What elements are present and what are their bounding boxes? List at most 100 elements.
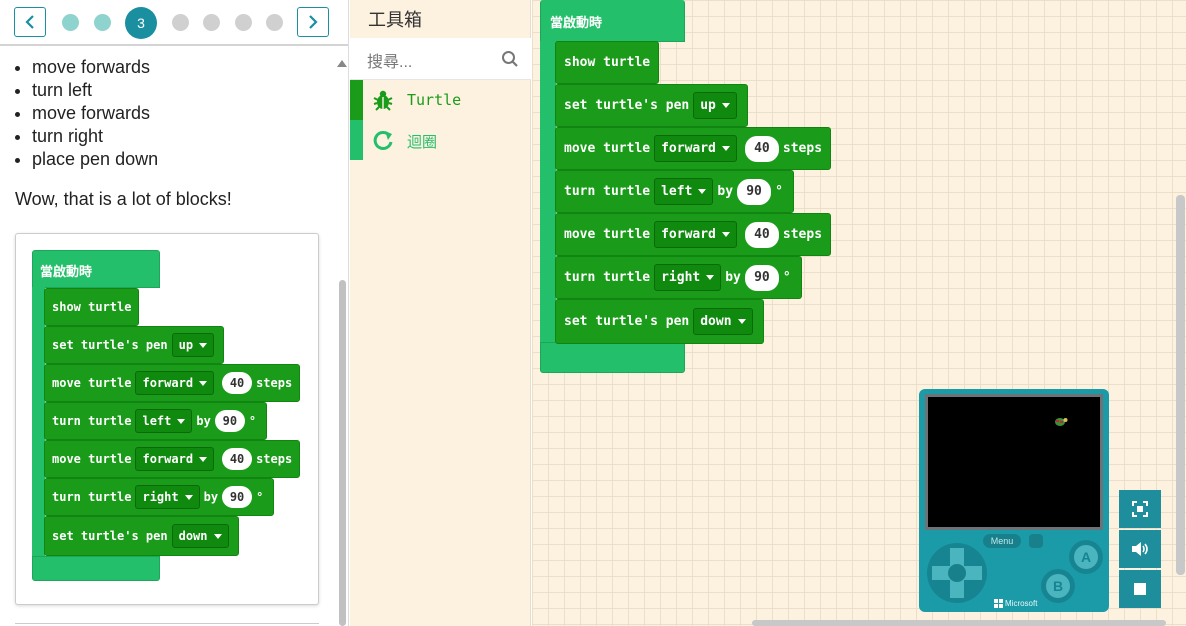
stop-icon <box>1134 583 1146 595</box>
angle-input[interactable]: 90 <box>737 178 772 205</box>
pen-dropdown[interactable]: down <box>693 308 753 335</box>
toolbox: 工具箱 搜尋... Turtle 迴圈 <box>350 0 531 626</box>
search-icon[interactable] <box>501 50 519 68</box>
on-start-hat-block[interactable]: 當啟動時 <box>540 0 685 42</box>
tutorial-paragraph: Wow, that is a lot of blocks! <box>15 189 232 209</box>
set-pen-down-block[interactable]: set turtle's pen down <box>555 299 764 344</box>
turn-direction-dropdown[interactable]: left <box>654 178 714 205</box>
set-pen-up-block[interactable]: set turtle's pen up <box>555 84 748 127</box>
turtle-sprite-icon <box>1055 418 1068 426</box>
loop-icon <box>373 130 393 150</box>
block-text: show turtle <box>52 300 132 314</box>
on-start-cap <box>32 556 160 581</box>
step-dot-4[interactable] <box>172 14 189 31</box>
block-text: ° <box>248 414 257 428</box>
list-item: move forwards <box>32 102 158 125</box>
steps-input[interactable]: 40 <box>744 135 779 162</box>
angle-input[interactable]: 90 <box>222 486 253 508</box>
set-pen-down-block: set turtle's pen down <box>44 516 239 556</box>
block-text: turn turtle <box>52 490 132 504</box>
steps-input[interactable]: 40 <box>744 221 779 248</box>
toolbox-title: 工具箱 <box>368 10 422 30</box>
direction-dropdown[interactable]: forward <box>135 447 215 471</box>
dropdown-value: down <box>178 529 208 543</box>
pen-dropdown[interactable]: down <box>171 524 229 548</box>
mute-button[interactable] <box>1119 530 1161 568</box>
b-button-label: B <box>1046 574 1070 598</box>
category-color-bar <box>350 120 363 160</box>
block-text: set turtle's pen <box>52 338 168 352</box>
turn-direction-dropdown[interactable]: left <box>135 409 193 433</box>
steps-input[interactable]: 40 <box>222 448 253 470</box>
block-text: move turtle <box>52 452 132 466</box>
pen-dropdown[interactable]: up <box>693 92 737 119</box>
arcade-simulator[interactable]: Menu A B Microsoft <box>919 389 1109 612</box>
simulator-toolbar <box>1119 490 1161 610</box>
list-item: turn right <box>32 125 158 148</box>
scrollbar-thumb[interactable] <box>339 280 346 626</box>
next-step-button[interactable] <box>297 7 329 37</box>
dropdown-value: forward <box>661 227 716 242</box>
category-label: 迴圈 <box>407 134 438 151</box>
step-dot-current[interactable]: 3 <box>125 7 157 39</box>
block-text: turn turtle <box>564 184 651 199</box>
block-text: move turtle <box>564 227 651 242</box>
block-text: ° <box>775 184 783 199</box>
category-color-bar <box>350 80 363 120</box>
direction-dropdown[interactable]: forward <box>654 221 737 248</box>
toolbox-category-loops[interactable]: 迴圈 <box>350 120 531 160</box>
toolbox-category-turtle[interactable]: Turtle <box>350 80 531 120</box>
turn-left-block[interactable]: turn turtle left by 90 ° <box>555 170 794 213</box>
step-dot-2[interactable] <box>94 14 111 31</box>
reset-icon[interactable] <box>1029 534 1043 548</box>
block-text: steps <box>782 227 823 242</box>
block-text: move turtle <box>564 141 651 156</box>
stop-button[interactable] <box>1119 570 1161 608</box>
move-forward-block[interactable]: move turtle forward 40 steps <box>555 213 832 256</box>
dpad-icon[interactable] <box>926 542 988 604</box>
block-text: by <box>203 490 219 504</box>
on-start-hat-block: 當啟動時 <box>32 250 160 288</box>
scroll-up-icon[interactable] <box>337 60 347 67</box>
step-dot-1[interactable] <box>62 14 79 31</box>
menu-button[interactable]: Menu <box>983 534 1021 548</box>
fullscreen-button[interactable] <box>1119 490 1161 528</box>
step-dot-6[interactable] <box>235 14 252 31</box>
toolbox-search-input[interactable]: 搜尋... <box>350 38 531 80</box>
angle-input[interactable]: 90 <box>744 264 779 291</box>
previous-step-button[interactable] <box>14 7 46 37</box>
workspace-vertical-scrollbar[interactable] <box>1176 195 1185 575</box>
pen-dropdown[interactable]: up <box>171 333 215 357</box>
step-dot-5[interactable] <box>203 14 220 31</box>
dropdown-value: forward <box>142 452 194 466</box>
dropdown-value: forward <box>142 376 194 390</box>
block-text: by <box>717 184 734 199</box>
b-button[interactable]: B <box>1041 569 1075 603</box>
direction-dropdown[interactable]: forward <box>654 135 737 162</box>
block-text: ° <box>782 270 791 285</box>
tutorial-panel: 3 move forwards turn left move forwards … <box>0 0 349 626</box>
category-label: Turtle <box>407 91 462 109</box>
move-forward-block[interactable]: move turtle forward 40 steps <box>555 127 832 170</box>
steps-input[interactable]: 40 <box>222 372 253 394</box>
turn-right-block[interactable]: turn turtle right by 90 ° <box>555 256 802 299</box>
turn-direction-dropdown[interactable]: right <box>135 485 200 509</box>
speaker-icon <box>1132 542 1148 556</box>
a-button[interactable]: A <box>1069 540 1103 574</box>
chevron-right-icon <box>309 15 318 29</box>
a-button-label: A <box>1074 545 1098 569</box>
block-text: ° <box>256 490 264 504</box>
tutorial-scrollbar[interactable] <box>335 48 348 626</box>
angle-input[interactable]: 90 <box>214 410 245 432</box>
search-placeholder: 搜尋... <box>367 54 413 71</box>
turn-direction-dropdown[interactable]: right <box>654 264 722 291</box>
step-dot-7[interactable] <box>266 14 283 31</box>
block-text: by <box>196 414 211 428</box>
simulator-screen[interactable] <box>925 394 1103 530</box>
dropdown-value: right <box>661 270 701 285</box>
workspace-horizontal-scrollbar[interactable] <box>752 620 1166 626</box>
show-turtle-block[interactable]: show turtle <box>555 41 660 84</box>
block-text: move turtle <box>52 376 132 390</box>
direction-dropdown[interactable]: forward <box>135 371 215 395</box>
dropdown-value: up <box>178 338 194 352</box>
